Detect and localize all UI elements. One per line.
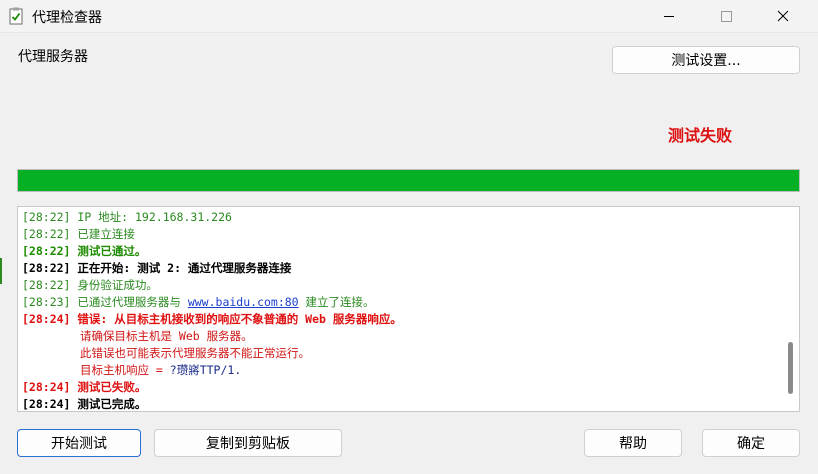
progress-fill (18, 170, 799, 191)
test-settings-button[interactable]: 测试设置... (612, 46, 800, 74)
log-line: [28:24] 错误: 从目标主机接收到的响应不象普通的 Web 服务器响应。 (22, 311, 782, 328)
log-line: [28:22] 身份验证成功。 (22, 277, 782, 294)
log-line: 请确保目标主机是 Web 服务器。 (22, 328, 782, 345)
title-bar: 代理检查器 (0, 0, 818, 33)
app-icon (9, 7, 23, 25)
log-line: [28:22] 已建立连接 (22, 226, 782, 243)
log-lines: [28:22] IP 地址: 192.168.31.226 [28:22] 已建… (22, 209, 782, 411)
log-line: [28:23] 已通过代理服务器与 www.baidu.com:80 建立了连接… (22, 294, 782, 311)
maximize-icon (720, 10, 732, 22)
ok-button[interactable]: 确定 (702, 429, 800, 457)
log-timestamp: [28:24] (22, 397, 71, 411)
log-timestamp: [28:22] (22, 278, 71, 292)
minimize-button[interactable] (646, 0, 692, 32)
copy-to-clipboard-button[interactable]: 复制到剪贴板 (154, 429, 342, 457)
log-text: 正在开始: 测试 2: 通过代理服务器连接 (70, 261, 292, 275)
log-line: [28:24] 测试已失败。 (22, 379, 782, 396)
left-edge-marker (0, 258, 2, 284)
proxy-server-label: 代理服务器 (18, 49, 88, 65)
close-button[interactable] (760, 0, 806, 32)
log-text: 目标主机响应 = (80, 363, 170, 377)
log-timestamp: [28:22] (22, 210, 71, 224)
start-test-button[interactable]: 开始测试 (17, 429, 141, 457)
log-text: ?瓒嶈TTP/1. (169, 363, 242, 377)
log-line: [28:22] IP 地址: 192.168.31.226 (22, 209, 782, 226)
log-text: 已通过代理服务器与 (70, 295, 188, 309)
help-button[interactable]: 帮助 (584, 429, 682, 457)
log-text: IP 地址: 192.168.31.226 (70, 210, 232, 224)
log-text: 测试已完成。 (70, 397, 147, 411)
log-line: 目标主机响应 = ?瓒嶈TTP/1. (22, 362, 782, 379)
log-scrollbar[interactable] (788, 342, 793, 394)
close-icon (777, 10, 789, 22)
log-text: 身份验证成功。 (70, 278, 158, 292)
log-panel[interactable]: [28:22] IP 地址: 192.168.31.226 [28:22] 已建… (17, 206, 800, 412)
log-timestamp: [28:24] (22, 380, 71, 394)
log-text: 测试已通过。 (70, 244, 147, 258)
log-line: [28:22] 正在开始: 测试 2: 通过代理服务器连接 (22, 260, 782, 277)
window-title: 代理检查器 (32, 10, 102, 26)
log-text: 已建立连接 (70, 227, 135, 241)
log-timestamp: [28:22] (22, 261, 71, 275)
log-timestamp: [28:22] (22, 244, 71, 258)
log-text: 错误: 从目标主机接收到的响应不象普通的 Web 服务器响应。 (70, 312, 402, 326)
log-line: [28:22] 测试已通过。 (22, 243, 782, 260)
log-line: 此错误也可能表示代理服务器不能正常运行。 (22, 345, 782, 362)
log-line: [28:24] 测试已完成。 (22, 396, 782, 411)
progress-bar (17, 169, 800, 192)
log-text: 请确保目标主机是 Web 服务器。 (80, 329, 253, 343)
log-timestamp: [28:23] (22, 295, 71, 309)
log-timestamp: [28:24] (22, 312, 71, 326)
log-timestamp: [28:22] (22, 227, 71, 241)
minimize-icon (664, 15, 674, 17)
maximize-button[interactable] (703, 0, 749, 32)
log-text: 建立了连接。 (298, 295, 375, 309)
host-link[interactable]: www.baidu.com:80 (188, 295, 299, 309)
log-text: 此错误也可能表示代理服务器不能正常运行。 (80, 346, 310, 360)
status-text: 测试失败 (668, 126, 733, 145)
log-text: 测试已失败。 (70, 380, 147, 394)
